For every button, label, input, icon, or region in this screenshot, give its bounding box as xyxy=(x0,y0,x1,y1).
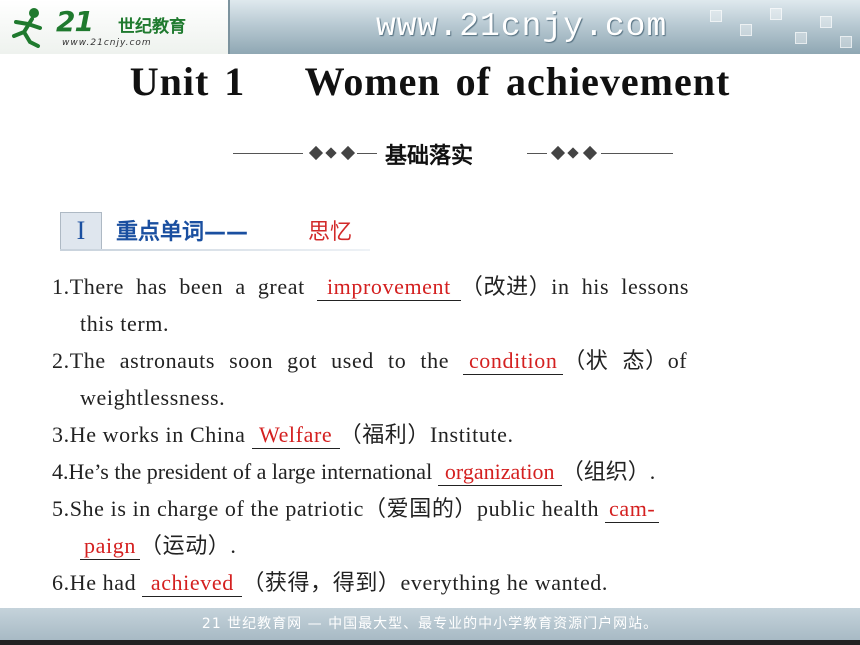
item-number: 6. xyxy=(52,570,70,595)
item-number: 3. xyxy=(52,422,70,447)
item-number: 4. xyxy=(52,459,69,484)
item-text: （福利）Institute. xyxy=(339,422,514,447)
decorative-squares xyxy=(700,4,860,52)
vocab-title: 重点单词—— xyxy=(116,220,249,245)
exercise-item-3: 3.He works in China Welfare （福利）Institute… xyxy=(52,416,782,453)
vocab-heading: I 重点单词—— 思忆 xyxy=(60,212,370,251)
item-text: （组织）. xyxy=(561,459,656,484)
answer-blank: improvement xyxy=(316,274,461,301)
item-text: The astronauts soon got used to the xyxy=(69,348,464,373)
exercise-item-5-cont: paign （运动）. xyxy=(52,527,782,564)
logo-number: 21 xyxy=(56,5,94,38)
logo-chinese: 世纪教育 xyxy=(118,17,186,37)
footer-bar: 21 世纪教育网 — 中国最大型、最专业的中小学教育资源门户网站。 xyxy=(0,608,860,645)
item-text: （状 态）of xyxy=(563,348,688,373)
section-divider: 基础落实 xyxy=(233,136,673,170)
divider-line-left-inner xyxy=(357,153,377,154)
heading-underline xyxy=(60,249,370,251)
vocab-subtitle: 思忆 xyxy=(308,220,353,245)
exercise-item-4: 4.He’s the president of a large internat… xyxy=(52,453,782,490)
exercise-item-2-cont: weightlessness. xyxy=(80,385,226,410)
site-logo[interactable]: 21 世纪教育 www.21cnjy.com xyxy=(0,0,230,54)
item-text: He works in China xyxy=(69,422,252,447)
diamond-icon xyxy=(340,145,356,161)
footer-text: 21 世纪教育网 — 中国最大型、最专业的中小学教育资源门户网站。 xyxy=(201,616,659,632)
item-text: （获得，得到）everything he wanted. xyxy=(242,570,609,595)
exercise-item-2: 2.The astronauts soon got used to the co… xyxy=(52,342,782,379)
exercise-item-1-cont: this term. xyxy=(80,311,170,336)
item-number: 5. xyxy=(52,496,70,521)
diamond-icon xyxy=(567,147,579,159)
roman-numeral: I xyxy=(60,212,102,250)
item-number: 2. xyxy=(52,348,70,373)
diamond-icon xyxy=(582,145,598,161)
item-text: He’s the president of a large internatio… xyxy=(68,459,438,484)
answer-blank: condition xyxy=(463,348,564,375)
item-text: （运动）. xyxy=(140,533,237,558)
item-text: He had xyxy=(69,570,143,595)
answer-blank: organization xyxy=(437,459,562,486)
answer-blank: cam- xyxy=(605,496,660,523)
exercise-item-1: 1.There has been a great improvement （改进）… xyxy=(52,268,782,305)
diamond-icon xyxy=(325,147,337,159)
header-bar: 21 世纪教育 www.21cnjy.com www.21cnjy.com xyxy=(0,0,860,54)
divider-line-right-inner xyxy=(527,153,547,154)
site-url[interactable]: www.21cnjy.com xyxy=(376,8,667,45)
answer-blank: achieved xyxy=(142,570,243,597)
answer-blank-cont: paign xyxy=(80,533,140,560)
answer-blank: Welfare xyxy=(251,422,340,449)
item-text: （改进）in his lessons xyxy=(460,274,690,299)
diamond-icon xyxy=(550,145,566,161)
section-label: 基础落实 xyxy=(385,144,474,169)
logo-url: www.21cnjy.com xyxy=(62,38,152,48)
footer-strip xyxy=(0,640,860,645)
page-title: Unit 1 Women of achievement xyxy=(129,59,731,104)
divider-line-right xyxy=(601,153,673,154)
running-figure-icon xyxy=(12,8,42,48)
item-text: There has been a great xyxy=(69,274,317,299)
exercise-item-5: 5.She is in charge of the patriotic（爱国的）… xyxy=(52,490,782,527)
exercise-item-6: 6.He had achieved （获得，得到）everything he wa… xyxy=(52,564,782,601)
item-text: She is in charge of the patriotic（爱国的）pu… xyxy=(69,496,606,521)
exercise-list: 1.There has been a great improvement （改进）… xyxy=(52,268,782,601)
item-number: 1. xyxy=(52,274,70,299)
diamond-icon xyxy=(308,145,324,161)
divider-line-left xyxy=(233,153,303,154)
